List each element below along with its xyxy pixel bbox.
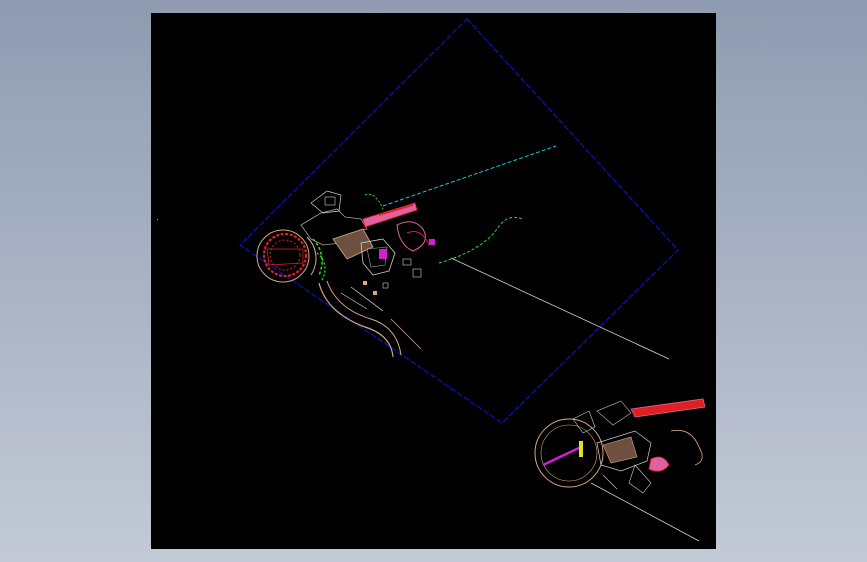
detail-site-plan bbox=[534, 398, 706, 494]
white-guide-line-detail bbox=[590, 482, 700, 542]
cyan-guide-line bbox=[382, 145, 557, 207]
stray-point bbox=[157, 219, 158, 220]
main-site-plan bbox=[256, 190, 524, 358]
cad-drawing bbox=[157, 18, 706, 542]
white-guide-line bbox=[450, 257, 670, 360]
site-boundary bbox=[239, 18, 679, 424]
cad-model-space[interactable] bbox=[151, 13, 716, 549]
